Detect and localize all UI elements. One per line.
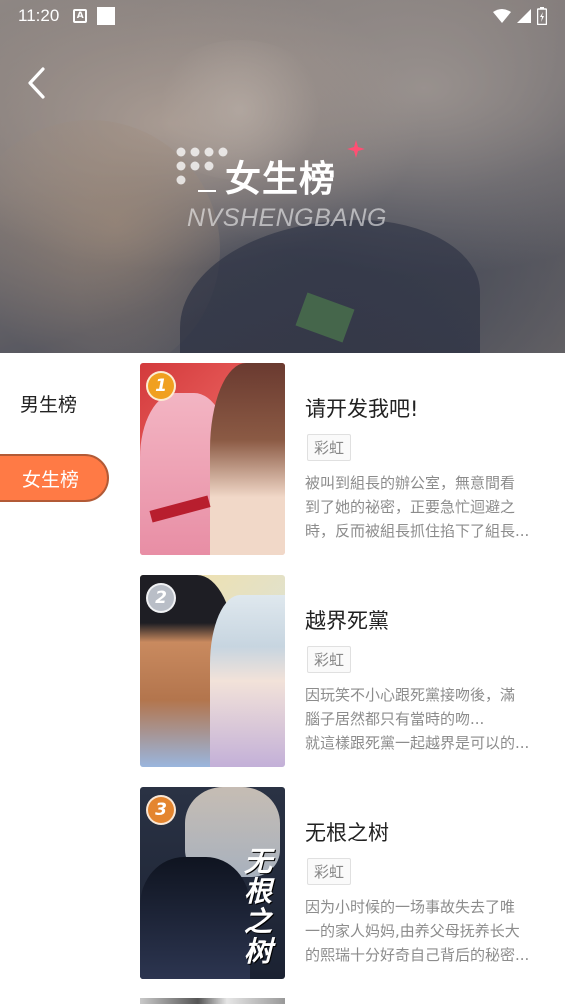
description-line: 一的家人妈妈,由养父母抚养长大 bbox=[305, 922, 520, 940]
rank-badge-silver: 2 bbox=[146, 583, 176, 613]
book-cover-partial[interactable] bbox=[140, 998, 285, 1004]
cover-title-text: 无根之树 bbox=[244, 845, 273, 968]
description-line: 時，反而被組長抓住掐下了組長... bbox=[305, 522, 530, 540]
book-item[interactable]: 无根之树 3 无根之树 彩虹 因为小时候的一场事故失去了唯 一的家人妈妈,由养父… bbox=[140, 787, 555, 979]
tab-female-ranking-label: 女生榜 bbox=[22, 468, 80, 491]
description-line: 被叫到組長的辦公室，無意間看 bbox=[305, 474, 516, 492]
battery-icon bbox=[537, 7, 547, 25]
book-description: 因为小时候的一场事故失去了唯 一的家人妈妈,由养父母抚养长大 的熙瑞十分好奇自己… bbox=[305, 895, 550, 967]
book-item[interactable]: 2 越界死黨 彩虹 因玩笑不小心跟死黨接吻後，滿 腦子居然都只有當時的吻... … bbox=[140, 575, 555, 767]
description-line: 因玩笑不小心跟死黨接吻後，滿 bbox=[305, 686, 516, 704]
book-title[interactable]: 请开发我吧! bbox=[305, 393, 418, 423]
description-line: 的熙瑞十分好奇自己背后的秘密... bbox=[305, 946, 530, 964]
genre-tag: 彩虹 bbox=[307, 434, 352, 461]
tab-male-ranking[interactable]: 男生榜 bbox=[20, 390, 77, 417]
cover-art bbox=[210, 363, 285, 555]
rank-badge-gold: 1 bbox=[146, 371, 176, 401]
description-line: 就這樣跟死黨一起越界是可以的... bbox=[305, 734, 530, 752]
cover-art bbox=[210, 595, 285, 767]
wifi-icon bbox=[493, 9, 511, 23]
genre-tag: 彩虹 bbox=[307, 858, 352, 885]
description-line: 到了她的祕密，正要急忙迴避之 bbox=[305, 498, 516, 516]
status-bar: 11:20 A bbox=[0, 0, 565, 32]
signal-icon bbox=[517, 9, 531, 23]
chevron-left-icon bbox=[28, 67, 45, 99]
book-cover[interactable]: 无根之树 3 bbox=[140, 787, 285, 979]
notification-square-icon bbox=[97, 7, 116, 25]
rank-badge-bronze: 3 bbox=[146, 795, 176, 825]
status-time: 11:20 bbox=[18, 6, 60, 25]
notification-a-icon: A bbox=[73, 9, 88, 23]
book-description: 因玩笑不小心跟死黨接吻後，滿 腦子居然都只有當時的吻... 就這樣跟死黨一起越界… bbox=[305, 683, 550, 755]
book-description: 被叫到組長的辦公室，無意間看 到了她的祕密，正要急忙迴避之 時，反而被組長抓住掐… bbox=[305, 471, 550, 543]
book-item[interactable]: 1 请开发我吧! 彩虹 被叫到組長的辦公室，無意間看 到了她的祕密，正要急忙迴避… bbox=[140, 363, 555, 555]
cover-art bbox=[140, 857, 250, 979]
description-line: 因为小时候的一场事故失去了唯 bbox=[305, 898, 516, 916]
tab-female-ranking[interactable]: 女生榜 bbox=[0, 454, 109, 502]
sparkle-icon bbox=[347, 140, 365, 158]
status-indicators bbox=[493, 7, 547, 25]
back-button[interactable] bbox=[22, 66, 50, 100]
page-title: 女生榜 bbox=[225, 159, 337, 200]
book-title[interactable]: 越界死黨 bbox=[305, 605, 389, 635]
page-subtitle: NVSHENGBANG bbox=[187, 204, 387, 232]
genre-tag: 彩虹 bbox=[307, 646, 352, 673]
book-cover[interactable]: 2 bbox=[140, 575, 285, 767]
book-title[interactable]: 无根之树 bbox=[305, 817, 389, 847]
book-cover[interactable]: 1 bbox=[140, 363, 285, 555]
description-line: 腦子居然都只有當時的吻... bbox=[305, 710, 485, 728]
